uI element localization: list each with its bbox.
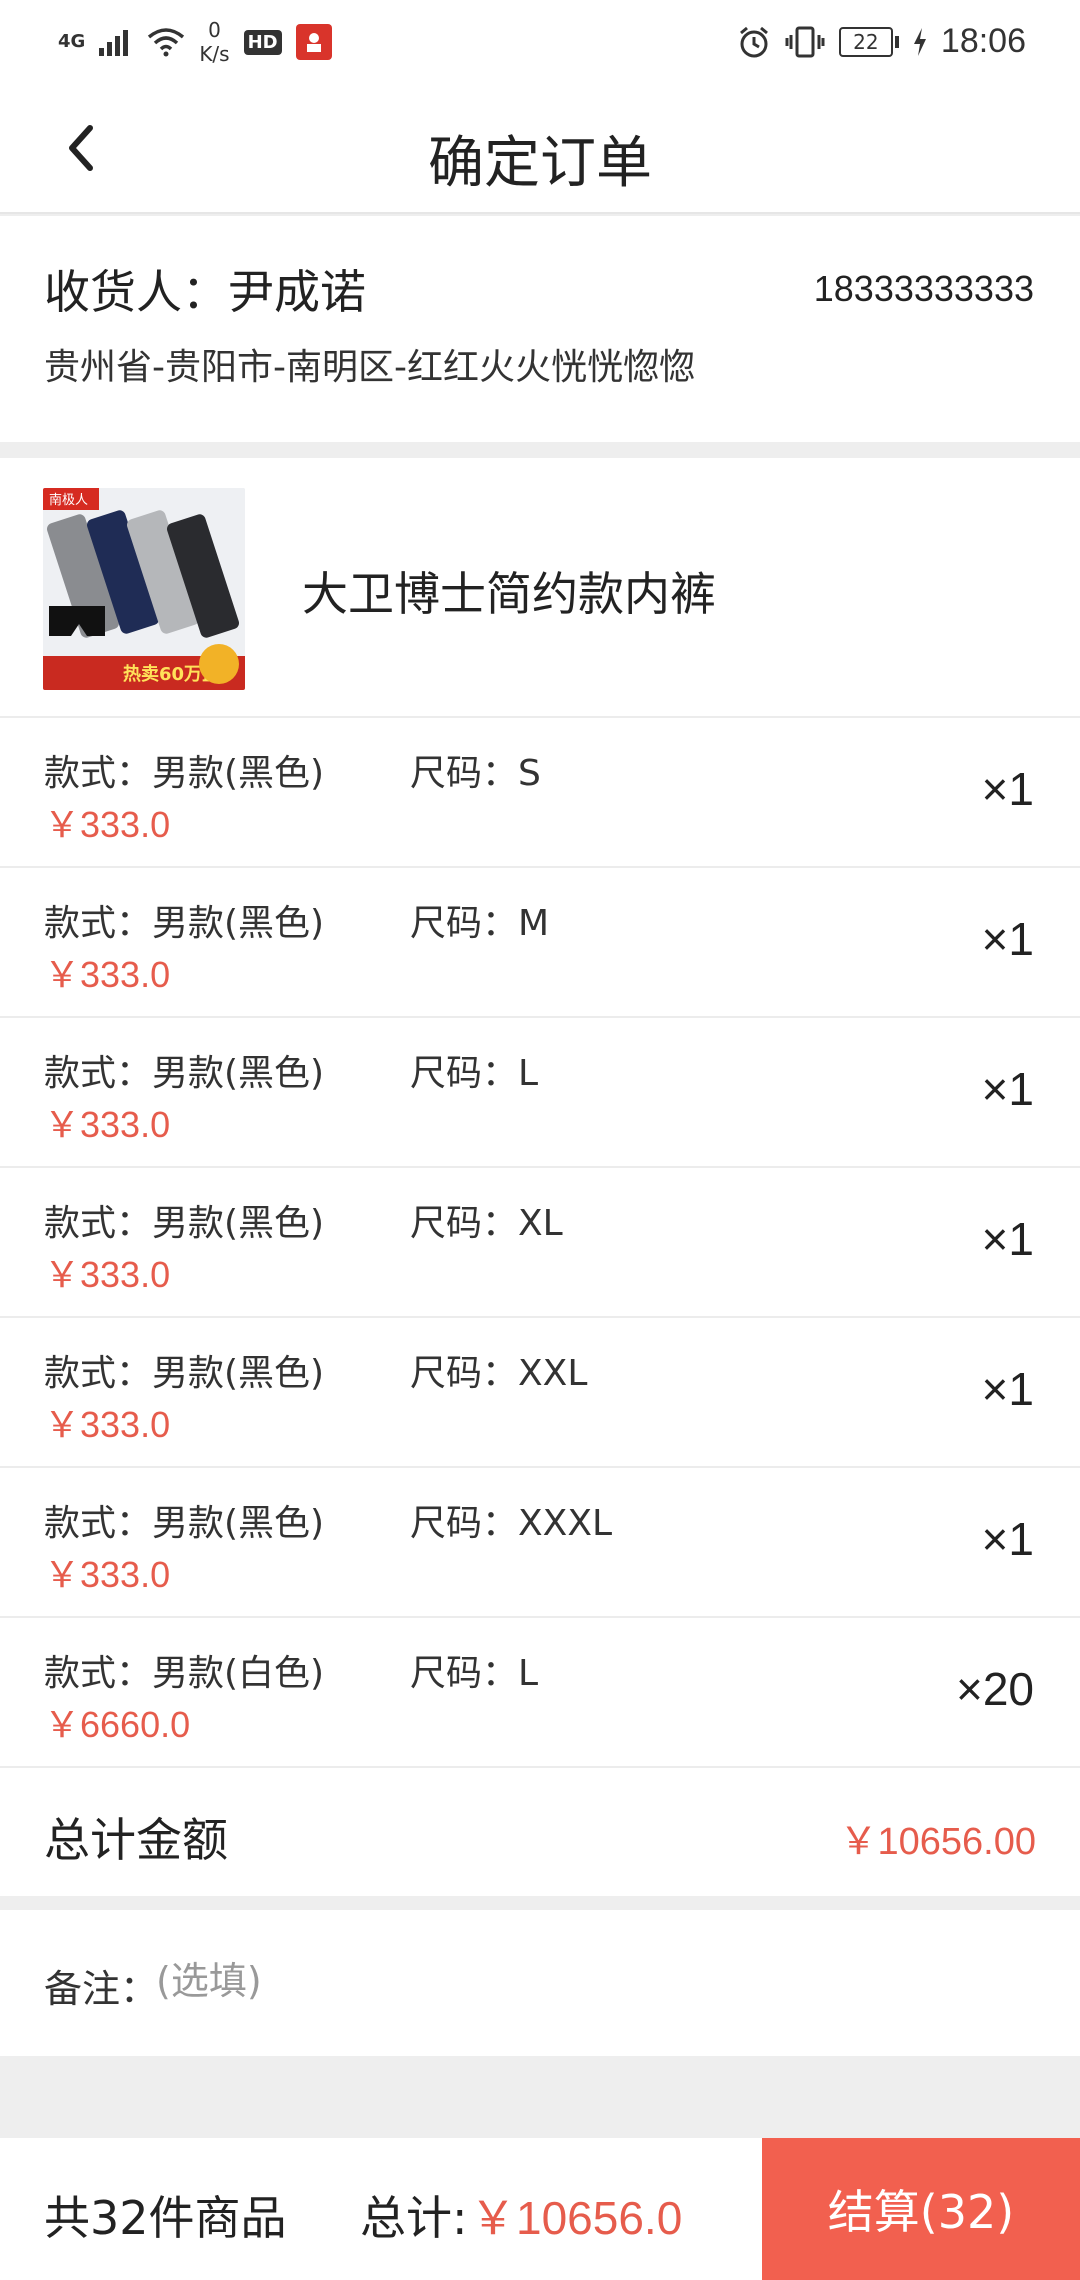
battery-level: 22	[838, 26, 893, 57]
speed-unit: K/s	[199, 42, 230, 66]
item-count: 共32件商品	[44, 2191, 287, 2245]
variant-quantity: ×20	[955, 1663, 1034, 1715]
variant-price: ￥333.0	[44, 1404, 171, 1445]
product-card: 南极人 热卖60万盒 大卫博士简约款内裤	[0, 458, 1080, 718]
variant-price: ￥333.0	[44, 1104, 171, 1145]
variant-quantity: ×1	[981, 1063, 1034, 1115]
sum-value: ￥10656.0	[470, 2192, 683, 2244]
variant-style: 款式：男款(黑色)	[44, 1053, 325, 1094]
variant-price: ￥333.0	[44, 1554, 171, 1595]
network-speed: 0 K/s	[199, 18, 229, 66]
variant-quantity: ×1	[981, 1513, 1034, 1565]
total-label: 总计金额	[44, 1813, 228, 1867]
address-line: 贵州省-贵阳市-南明区-红红火火恍恍惚惚	[44, 347, 695, 388]
variant-row: 款式：男款(白色) 尺码：L ￥6660.0 ×20	[0, 1618, 1080, 1768]
total-amount: ￥10656.00	[839, 1821, 1037, 1863]
variant-style: 款式：男款(黑色)	[44, 753, 325, 794]
variant-quantity: ×1	[981, 913, 1034, 965]
clock: 18:06	[940, 22, 1026, 60]
variant-size: 尺码：XXL	[410, 1353, 588, 1394]
variant-quantity: ×1	[981, 1213, 1034, 1265]
page-title: 确定订单	[428, 131, 652, 196]
variant-row: 款式：男款(黑色) 尺码：M ￥333.0 ×1	[0, 868, 1080, 1018]
variant-price: ￥333.0	[44, 954, 171, 995]
shipping-address[interactable]: 收货人：尹成诺 18333333333 贵州省-贵阳市-南明区-红红火火恍恍惚惚	[0, 216, 1080, 442]
status-right: 22 18:06	[737, 22, 1026, 61]
variant-quantity: ×1	[981, 763, 1034, 815]
app-notification-icon	[295, 24, 332, 60]
product-image-brand: 南极人	[49, 492, 88, 508]
charging-icon	[913, 27, 926, 56]
checkout-bar: 共32件商品 总计: ￥10656.0 结算(32)	[0, 2138, 1080, 2280]
signal-icon	[99, 30, 129, 56]
order-total-row: 总计金额 ￥10656.00	[0, 1768, 1080, 1896]
remark-row: 备注：	[0, 1910, 1080, 2056]
battery-indicator: 22	[838, 26, 899, 57]
variant-size: 尺码：M	[410, 903, 550, 944]
product-image: 南极人 热卖60万盒	[43, 488, 245, 690]
variant-price: ￥333.0	[44, 804, 171, 845]
title-bar: 确定订单	[0, 90, 1080, 214]
remark-label: 备注：	[44, 1967, 159, 2011]
wifi-icon	[148, 28, 185, 57]
variant-row: 款式：男款(黑色) 尺码：L ￥333.0 ×1	[0, 1018, 1080, 1168]
vibrate-icon	[785, 26, 825, 57]
variant-style: 款式：男款(黑色)	[44, 1353, 325, 1394]
hd-badge: HD	[243, 29, 282, 55]
variant-size: 尺码：XXXL	[410, 1503, 613, 1544]
variant-row: 款式：男款(黑色) 尺码：XXXL ￥333.0 ×1	[0, 1468, 1080, 1618]
variant-row: 款式：男款(黑色) 尺码：XXL ￥333.0 ×1	[0, 1318, 1080, 1468]
variant-style: 款式：男款(黑色)	[44, 1203, 325, 1244]
variant-row: 款式：男款(黑色) 尺码：XL ￥333.0 ×1	[0, 1168, 1080, 1318]
variant-price: ￥333.0	[44, 1254, 171, 1295]
variant-list: 款式：男款(黑色) 尺码：S ￥333.0 ×1 款式：男款(黑色) 尺码：M …	[0, 718, 1080, 1768]
variant-size: 尺码：XL	[410, 1203, 563, 1244]
recipient-name: 收货人：尹成诺	[44, 265, 366, 319]
variant-style: 款式：男款(白色)	[44, 1653, 325, 1694]
sum-label: 总计:	[360, 2191, 468, 2245]
variant-price: ￥6660.0	[44, 1704, 191, 1745]
remark-input[interactable]	[156, 1946, 1016, 2016]
variant-size: 尺码：S	[410, 753, 541, 794]
variant-style: 款式：男款(黑色)	[44, 903, 325, 944]
checkout-button[interactable]: 结算(32)	[762, 2138, 1080, 2280]
product-name: 大卫博士简约款内裤	[302, 567, 716, 621]
variant-quantity: ×1	[981, 1363, 1034, 1415]
network-type: 4G	[58, 31, 86, 52]
status-bar: 4G 0 K/s HD 22 18:06	[0, 0, 1080, 90]
variant-size: 尺码：L	[410, 1653, 539, 1694]
status-left: 4G 0 K/s HD	[58, 18, 332, 66]
variant-style: 款式：男款(黑色)	[44, 1503, 325, 1544]
speed-value: 0	[208, 18, 221, 42]
alarm-icon	[739, 26, 768, 57]
recipient-phone: 18333333333	[813, 268, 1034, 309]
variant-row: 款式：男款(黑色) 尺码：S ￥333.0 ×1	[0, 718, 1080, 868]
variant-size: 尺码：L	[410, 1053, 539, 1094]
